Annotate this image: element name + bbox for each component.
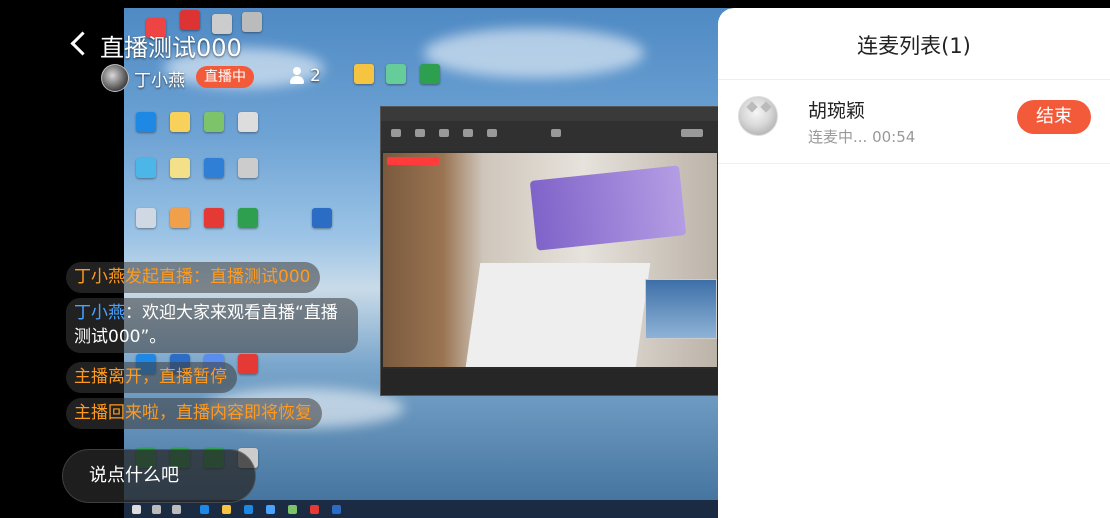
co-host-panel: 连麦列表(1) 胡琬颖 连麦中... 00:54 结束 — [718, 8, 1110, 518]
host-avatar[interactable] — [101, 64, 129, 92]
chat-separator: ： — [125, 303, 142, 323]
co-host-avatar — [738, 96, 778, 136]
live-status-badge: 直播中 — [196, 66, 254, 88]
panel-title: 连麦列表(1) — [718, 8, 1110, 80]
system-message-text: 主播回来啦，直播内容即将恢复 — [74, 403, 312, 423]
co-host-status: 连麦中... 00:54 — [808, 128, 916, 146]
chat-input[interactable]: 说点什么吧 — [62, 449, 256, 503]
back-arrow-icon[interactable] — [66, 26, 92, 60]
viewer-count: 2 — [310, 66, 321, 86]
chat-message: 主播回来啦，直播内容即将恢复 — [66, 398, 322, 429]
room-title: 直播测试000 — [100, 34, 242, 62]
live-stage: 直播测试000 丁小燕 直播中 2 丁小燕发起直播：直播测试000 丁小燕：欢迎… — [0, 0, 730, 518]
co-host-name: 胡琬颖 — [808, 100, 866, 122]
end-co-host-button[interactable]: 结束 — [1017, 100, 1091, 134]
chat-message: 丁小燕：欢迎大家来观看直播“直播测试000”。 — [66, 298, 358, 353]
host-name: 丁小燕 — [134, 71, 185, 91]
co-host-list-item: 胡琬颖 连麦中... 00:54 结束 — [718, 84, 1110, 164]
viewer-icon — [289, 67, 305, 85]
chat-message: 主播离开，直播暂停 — [66, 362, 237, 393]
screen-share-window — [380, 106, 720, 396]
chat-message: 丁小燕发起直播：直播测试000 — [66, 262, 321, 293]
system-message-text: 丁小燕发起直播：直播测试000 — [74, 267, 311, 287]
system-message-text: 主播离开，直播暂停 — [74, 367, 227, 387]
chat-username[interactable]: 丁小燕 — [74, 303, 125, 323]
